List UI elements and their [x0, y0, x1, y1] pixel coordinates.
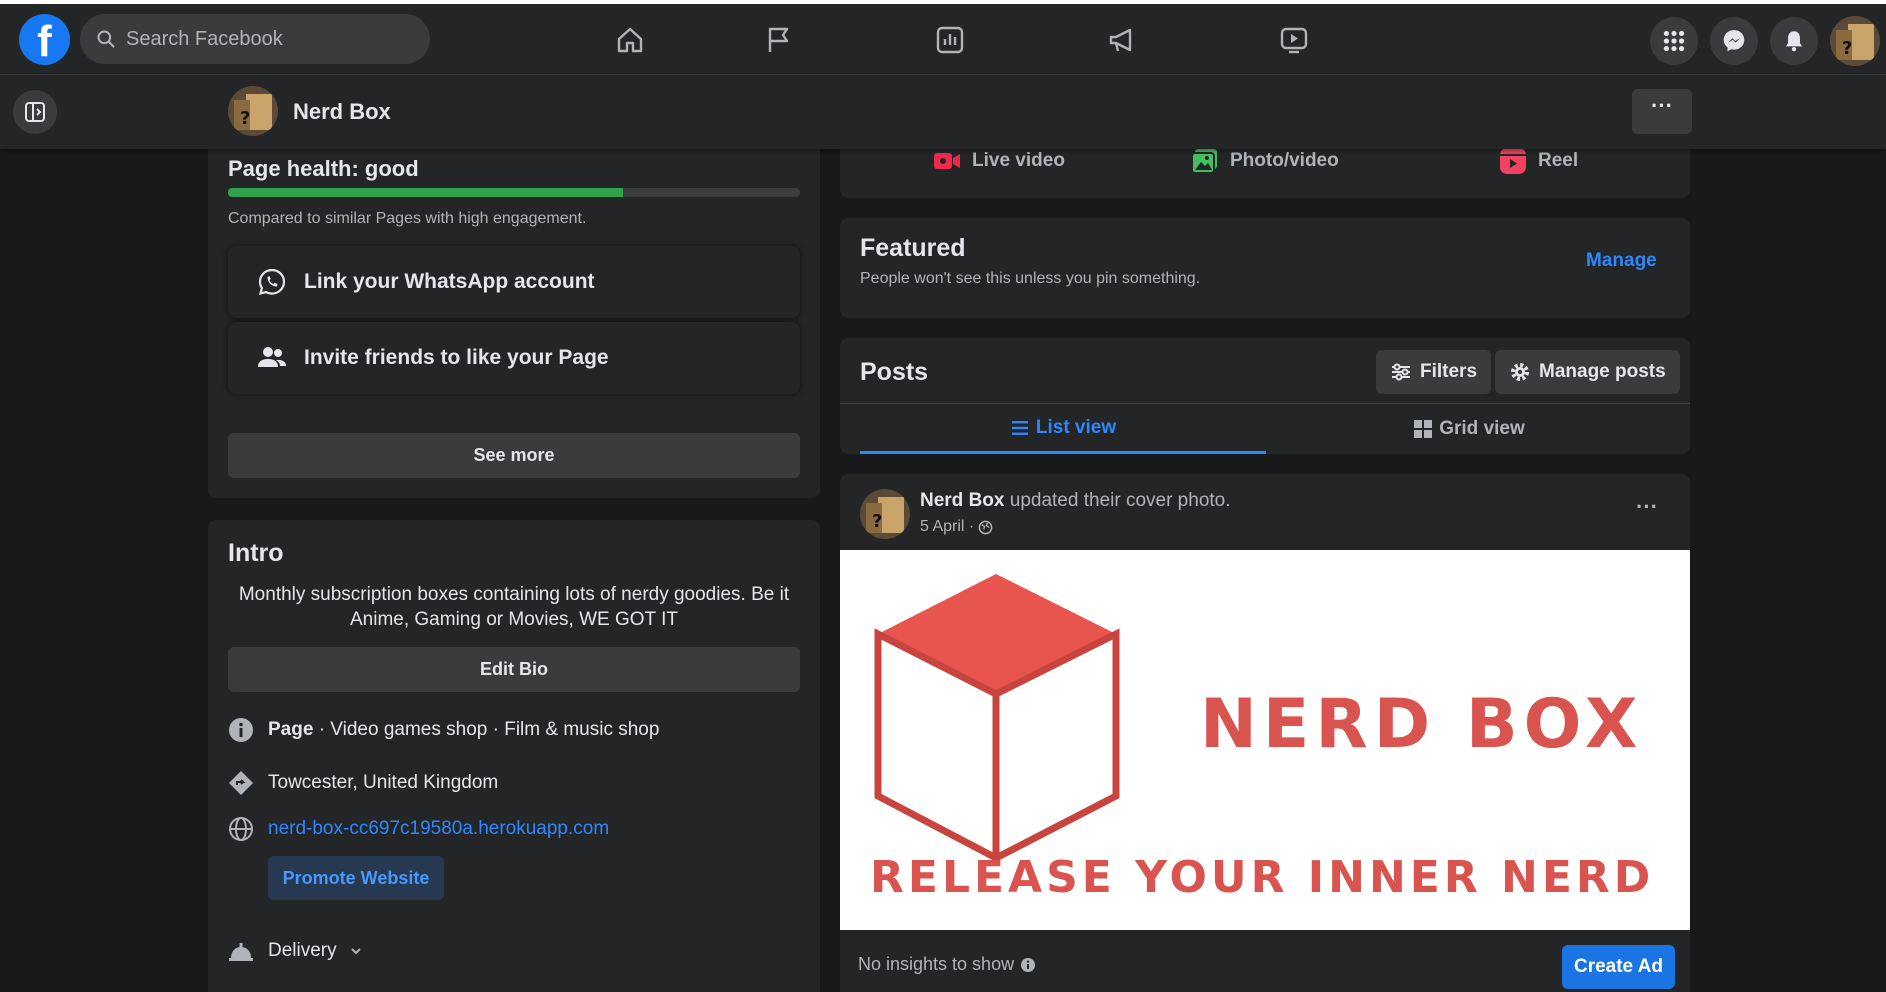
list-icon — [1011, 420, 1028, 435]
delivery-label: Delivery — [268, 940, 337, 961]
megaphone-icon[interactable] — [1100, 18, 1144, 62]
page-health-card: Page health: good Compared to similar Pa… — [208, 130, 820, 498]
tab-grid-view[interactable]: Grid view — [1266, 404, 1672, 454]
manage-featured-link[interactable]: Manage — [1586, 250, 1657, 272]
home-icon[interactable] — [608, 18, 652, 62]
delivery-row[interactable]: Delivery — [228, 938, 363, 964]
manage-posts-button[interactable]: Manage posts — [1495, 350, 1680, 394]
post-author-name[interactable]: Nerd Box — [920, 490, 1004, 511]
watch-icon[interactable] — [1272, 18, 1316, 62]
page-more-button[interactable]: ··· — [1632, 89, 1692, 134]
grid-icon — [1414, 420, 1433, 438]
page-avatar[interactable]: ? — [228, 86, 278, 136]
insights-text: No insights to show — [858, 954, 1015, 974]
website-link[interactable]: nerd-box-cc697c19580a.herokuapp.com — [268, 818, 609, 840]
manage-posts-label: Manage posts — [1539, 361, 1666, 382]
tab-list-view-label: List view — [1035, 416, 1117, 438]
filters-button[interactable]: Filters — [1376, 350, 1492, 394]
tab-grid-view-label: Grid view — [1439, 418, 1525, 439]
info-icon — [228, 717, 254, 743]
chevron-down-icon[interactable] — [349, 944, 363, 958]
page-health-subtitle: Compared to similar Pages with high enga… — [228, 210, 587, 227]
location-text: Towcester, United Kingdom — [268, 772, 499, 793]
location-row: Towcester, United Kingdom — [228, 770, 498, 796]
post-insights: No insights to show — [858, 954, 1036, 975]
facebook-logo[interactable]: f — [19, 14, 70, 65]
intro-bio: Monthly subscription boxes containing lo… — [238, 584, 790, 630]
live-video-icon — [934, 153, 960, 169]
edit-bio-button[interactable]: Edit Bio — [228, 647, 800, 692]
insights-icon[interactable] — [928, 18, 972, 62]
photo-video-icon — [1191, 149, 1217, 174]
reel-button[interactable]: Reel — [1498, 146, 1578, 176]
page-title[interactable]: Nerd Box — [293, 99, 391, 125]
notifications-icon[interactable] — [1770, 17, 1818, 65]
page-health-bar — [228, 188, 800, 197]
posts-card: Posts Filters Manage posts List view Gri… — [840, 338, 1690, 454]
filters-label: Filters — [1420, 361, 1478, 382]
location-pin-icon — [228, 770, 254, 796]
globe-icon — [978, 520, 993, 534]
filters-icon — [1392, 363, 1410, 381]
post-card: ? Nerd Box updated their cover photo. 5 … — [840, 474, 1690, 992]
category-text: · Video games shop · Film & music shop — [313, 719, 660, 740]
post-meta: 5 April · — [920, 518, 993, 536]
intro-card: Intro Monthly subscription boxes contain… — [208, 520, 820, 992]
link-whatsapp-label: Link your WhatsApp account — [304, 270, 595, 293]
live-video-label: Live video — [972, 150, 1065, 171]
post-action-text: updated their cover photo. — [1004, 490, 1231, 511]
menu-grid-icon[interactable] — [1650, 17, 1698, 65]
search-box[interactable] — [80, 14, 430, 64]
sidebar-icon — [25, 102, 45, 122]
tab-list-view[interactable]: List view — [860, 404, 1266, 454]
featured-card: Featured People won't see this unless yo… — [840, 218, 1690, 318]
reel-label: Reel — [1538, 150, 1579, 171]
create-ad-button[interactable]: Create Ad — [1562, 945, 1675, 989]
featured-title: Featured — [860, 234, 966, 262]
service-bell-icon — [228, 938, 254, 964]
page-health-title: Page health: good — [228, 156, 419, 181]
box-logo-icon — [874, 574, 1120, 864]
link-whatsapp-button[interactable]: Link your WhatsApp account — [228, 246, 800, 318]
messenger-icon[interactable] — [1710, 17, 1758, 65]
photo-video-label: Photo/video — [1230, 150, 1339, 171]
search-icon — [97, 30, 115, 48]
invite-friends-label: Invite friends to like your Page — [304, 346, 609, 369]
top-navigation-bar: f ? — [0, 4, 1886, 75]
info-icon[interactable] — [1020, 957, 1036, 973]
posts-title: Posts — [860, 358, 929, 386]
whatsapp-icon — [258, 268, 286, 296]
intro-title: Intro — [228, 539, 284, 567]
page-header-bar: ? Nerd Box ··· — [0, 75, 1886, 149]
featured-subtitle: People won't see this unless you pin som… — [860, 270, 1201, 287]
live-video-button[interactable]: Live video — [932, 146, 1065, 176]
invite-friends-button[interactable]: Invite friends to like your Page — [228, 322, 800, 394]
category-lead: Page — [268, 719, 314, 740]
flag-icon[interactable] — [756, 18, 800, 62]
promote-website-button[interactable]: Promote Website — [268, 856, 444, 900]
cover-photo[interactable]: NERD BOX RELEASE YOUR INNER NERD — [840, 550, 1690, 930]
post-date[interactable]: 5 April · — [920, 518, 974, 536]
post-author-avatar[interactable]: ? — [860, 489, 910, 539]
cover-tagline: RELEASE YOUR INNER NERD — [870, 852, 1655, 903]
svg-text:?: ? — [1842, 38, 1852, 59]
gear-icon — [1511, 363, 1529, 381]
website-row: nerd-box-cc697c19580a.herokuapp.com — [228, 816, 609, 842]
see-more-button[interactable]: See more — [228, 433, 800, 478]
svg-text:?: ? — [872, 511, 882, 532]
profile-avatar[interactable]: ? — [1830, 16, 1880, 66]
cover-title: NERD BOX — [1200, 685, 1644, 764]
svg-text:?: ? — [240, 108, 250, 129]
post-headline: Nerd Box updated their cover photo. — [920, 490, 1231, 512]
photo-video-button[interactable]: Photo/video — [1190, 146, 1339, 176]
search-input[interactable] — [126, 27, 416, 51]
globe-icon — [228, 816, 254, 842]
post-options-button[interactable]: ··· — [1636, 494, 1658, 520]
sidebar-toggle-button[interactable] — [13, 90, 57, 134]
reel-icon — [1500, 148, 1526, 174]
friends-icon — [258, 347, 286, 367]
page-health-bar-fill — [228, 188, 623, 197]
category-row: Page · Video games shop · Film & music s… — [228, 717, 659, 743]
